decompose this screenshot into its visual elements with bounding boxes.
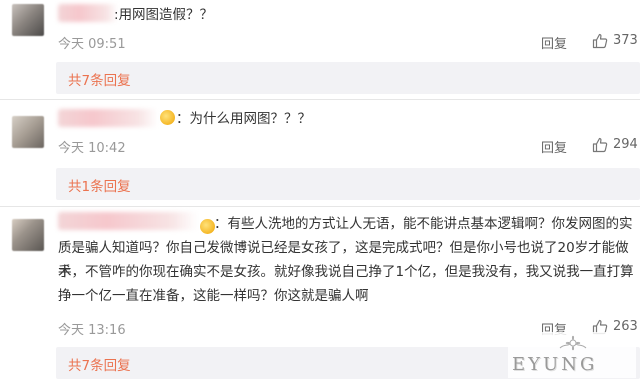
sub-replies-bar[interactable]: 共7条回复 [56, 62, 640, 94]
divider [0, 99, 640, 100]
view-replies-link[interactable]: 共7条回复 [68, 354, 131, 374]
flower-icon [559, 335, 587, 351]
comment-line: 术，不管咋的你现在确实不是女孩。就好像我说自己挣了1个亿，但是我没有，我又说我一… [58, 264, 634, 280]
watermark: EYUNG [508, 332, 636, 378]
view-replies-link[interactable]: 共1条回复 [68, 175, 131, 195]
comment-line: 挣一个亿一直在准备，这能一样吗？你这就是骗人啊 [58, 288, 369, 304]
reply-button[interactable]: 回复 [541, 33, 567, 52]
username-blurred[interactable] [58, 109, 158, 127]
comment-line: ：有些人洗地的方式让人无语，能不能讲点基本逻辑啊？你发网图的实 [214, 216, 633, 232]
comment-text: :用网图造假？？ [114, 7, 214, 23]
view-replies-link[interactable]: 共7条回复 [68, 69, 131, 89]
avatar[interactable] [12, 4, 44, 36]
like-count: 294 [613, 137, 638, 152]
reply-button[interactable]: 回复 [541, 137, 567, 156]
comment-time: 今天 10:42 [58, 141, 126, 156]
comment-time: 今天 09:51 [58, 37, 126, 52]
watermark-text: EYUNG [512, 354, 598, 375]
thumbs-up-icon[interactable] [592, 137, 608, 153]
avatar[interactable] [12, 116, 44, 148]
emoji-icon [160, 110, 175, 125]
emoji-icon [200, 219, 215, 234]
username-blurred[interactable] [58, 4, 118, 22]
thumbs-up-icon[interactable] [592, 33, 608, 49]
comment-time: 今天 13:16 [58, 323, 126, 338]
divider [0, 206, 640, 207]
avatar[interactable] [12, 219, 44, 251]
comment-text: ：为什么用网图？？？ [160, 107, 311, 131]
username-blurred[interactable] [58, 212, 198, 230]
sub-replies-bar[interactable]: 共1条回复 [56, 168, 640, 200]
like-count: 373 [613, 33, 638, 48]
